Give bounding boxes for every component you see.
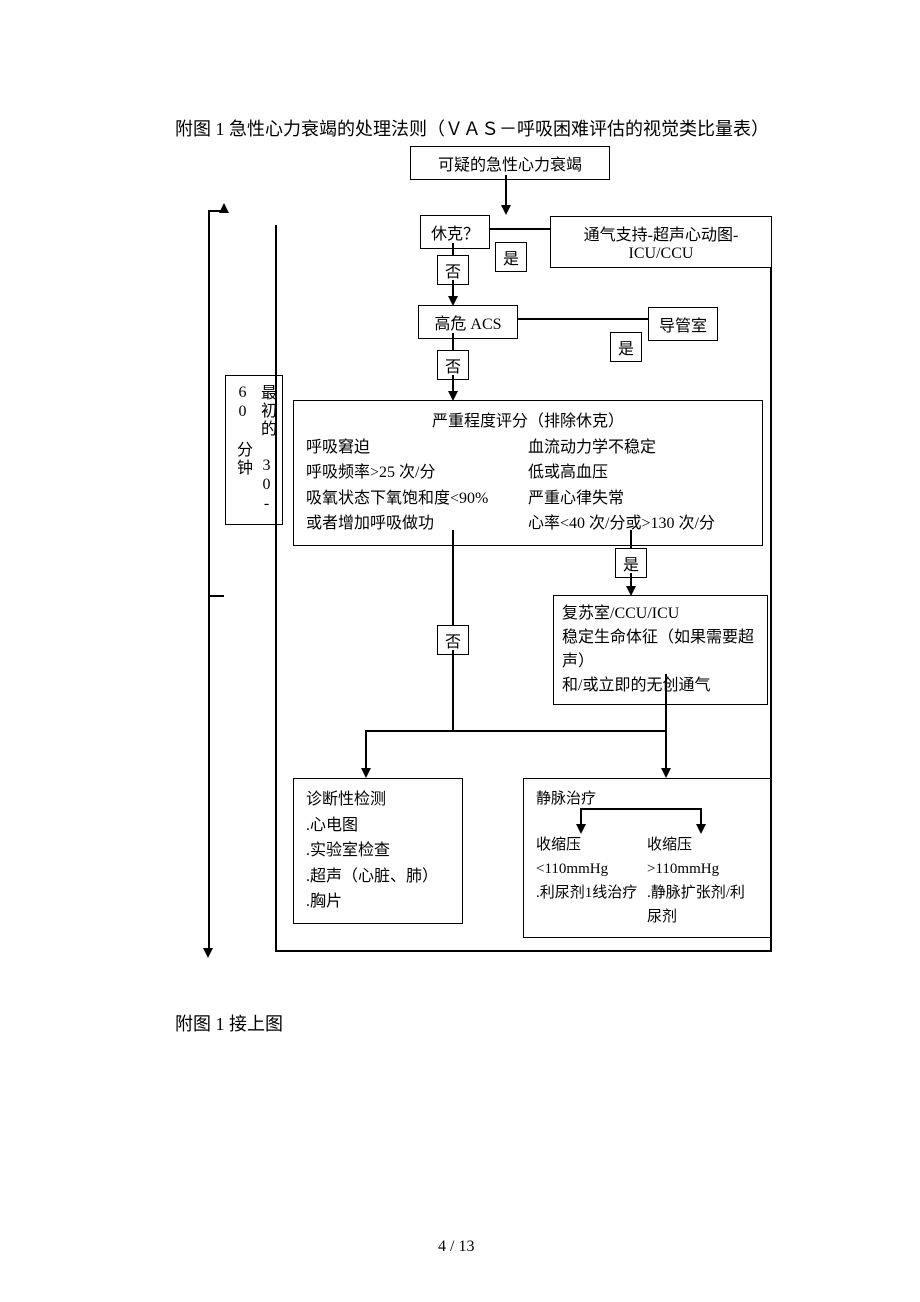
connector xyxy=(365,730,367,770)
connector xyxy=(665,674,667,770)
arrow xyxy=(696,824,706,834)
diag-item: .超声（心脏、肺） xyxy=(306,864,450,890)
resus-line: 复苏室/CCU/ICU xyxy=(562,602,759,626)
box-acs: 高危 ACS xyxy=(418,305,518,339)
connector xyxy=(630,530,632,550)
box-severity: 严重程度评分（排除休克） 呼吸窘迫 呼吸频率>25 次/分 吸氧状态下氧饱和度<… xyxy=(293,400,763,546)
connector xyxy=(452,650,454,730)
severity-left-item: 或者增加呼吸做功 xyxy=(306,511,528,537)
iv-left-item: 收缩压<110mmHg xyxy=(536,833,647,881)
connector xyxy=(452,333,454,351)
arrow xyxy=(203,948,213,958)
arrow xyxy=(576,824,586,834)
iv-left-item: .利尿剂1线治疗 xyxy=(536,881,647,905)
box-suspect: 可疑的急性心力衰竭 xyxy=(410,146,610,180)
connector xyxy=(490,228,550,230)
connector xyxy=(365,730,665,732)
box-shock: 休克？ xyxy=(420,215,490,249)
resus-line: 稳定生命体征（如果需要超声） xyxy=(562,626,759,674)
resus-line: 和/或立即的无创通气 xyxy=(562,674,759,698)
page-number: 4 / 13 xyxy=(438,1238,474,1256)
diag-item: .实验室检查 xyxy=(306,838,450,864)
diag-title: 诊断性检测 xyxy=(306,787,450,813)
label-yes: 是 xyxy=(610,332,642,362)
severity-right-item: 血流动力学不稳定 xyxy=(528,435,750,461)
bracket-line xyxy=(208,595,224,597)
iv-right-item: .静脉扩张剂/利尿剂 xyxy=(647,881,758,929)
severity-left-item: 吸氧状态下氧饱和度<90% xyxy=(306,486,528,512)
diag-item: .胸片 xyxy=(306,889,450,915)
severity-right-item: 心率<40 次/分或>130 次/分 xyxy=(528,511,750,537)
connector xyxy=(505,175,507,207)
severity-title: 严重程度评分（排除休克） xyxy=(306,409,750,435)
connector xyxy=(452,530,454,625)
connector xyxy=(518,318,648,320)
severity-right-item: 低或高血压 xyxy=(528,460,750,486)
box-diagnostic: 诊断性检测 .心电图 .实验室检查 .超声（心脏、肺） .胸片 xyxy=(293,778,463,924)
box-cath: 导管室 xyxy=(648,307,718,341)
severity-left-item: 呼吸窘迫 xyxy=(306,435,528,461)
severity-left-item: 呼吸频率>25 次/分 xyxy=(306,460,528,486)
box-vent-support: 通气支持-超声心动图-ICU/CCU xyxy=(550,216,772,268)
iv-right-item: 收缩压>110mmHg xyxy=(647,833,758,881)
arrow xyxy=(361,768,371,778)
arrow xyxy=(219,203,229,213)
bracket-line xyxy=(275,225,277,950)
footer-text: 附图 1 接上图 xyxy=(175,1010,283,1036)
bracket-line xyxy=(208,210,210,950)
figure-title: 附图 1 急性心力衰竭的处理法则（ＶＡＳ－呼吸困难评估的视觉类比量表） xyxy=(175,115,769,141)
box-iv-therapy: 静脉治疗 收缩压<110mmHg .利尿剂1线治疗 收缩压>110mmHg .静… xyxy=(523,778,771,938)
severity-right-item: 严重心律失常 xyxy=(528,486,750,512)
bracket-line xyxy=(275,950,770,952)
arrow xyxy=(661,768,671,778)
diag-item: .心电图 xyxy=(306,813,450,839)
label-yes: 是 xyxy=(495,242,527,272)
box-resus: 复苏室/CCU/ICU 稳定生命体征（如果需要超声） 和/或立即的无创通气 xyxy=(553,595,768,705)
arrow xyxy=(501,205,511,215)
connector xyxy=(580,808,701,810)
